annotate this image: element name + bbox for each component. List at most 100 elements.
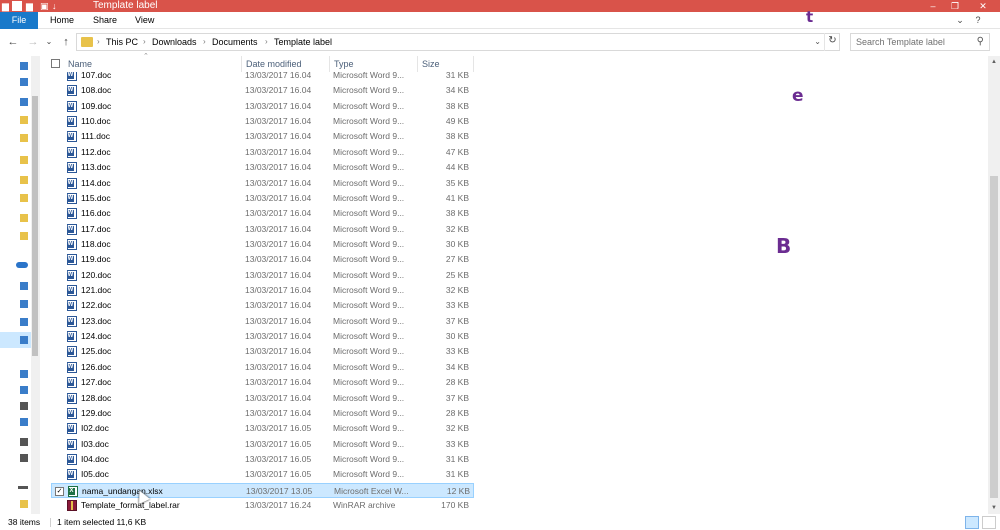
file-row[interactable]: I02.doc 13/03/2017 16.05 Microsoft Word 9.… xyxy=(51,421,474,436)
quick-access-star-icon[interactable] xyxy=(20,62,28,70)
file-row[interactable]: 125.doc 13/03/2017 16.04 Microsoft Word 9.… xyxy=(51,344,474,359)
file-row[interactable]: 116.doc 13/03/2017 16.04 Microsoft Word 9.… xyxy=(51,206,474,221)
row-checkbox[interactable]: ✓ xyxy=(55,486,64,496)
file-row[interactable]: I04.doc 13/03/2017 16.05 Microsoft Word 9.… xyxy=(51,452,474,467)
file-list[interactable]: 107.doc 13/03/2017 16.04 Microsoft Word 9.… xyxy=(41,72,475,515)
file-row[interactable]: 124.doc 13/03/2017 16.04 Microsoft Word 9.… xyxy=(51,329,474,344)
file-row[interactable]: 119.doc 13/03/2017 16.04 Microsoft Word 9.… xyxy=(51,252,474,267)
file-row[interactable]: 126.doc 13/03/2017 16.04 Microsoft Word 9.… xyxy=(51,360,474,375)
drive-icon[interactable] xyxy=(20,438,28,446)
column-header-date[interactable]: Date modified xyxy=(242,56,330,72)
file-row[interactable]: I03.doc 13/03/2017 16.05 Microsoft Word 9.… xyxy=(51,437,474,452)
properties-icon[interactable] xyxy=(12,1,22,11)
search-icon: ⚲ xyxy=(976,36,984,47)
file-row[interactable]: Template_format_label.rar 13/03/2017 16.2… xyxy=(51,498,474,513)
close-button[interactable]: ✕ xyxy=(976,0,990,12)
network-icon[interactable] xyxy=(18,486,28,489)
refresh-button[interactable]: ↻ xyxy=(824,33,840,51)
downloads-folder-icon[interactable] xyxy=(20,336,28,344)
folder-icon[interactable] xyxy=(20,116,28,124)
videos-folder-icon[interactable] xyxy=(20,402,28,410)
desktop-pin-icon[interactable] xyxy=(20,78,28,86)
onedrive-icon[interactable] xyxy=(16,262,28,268)
drive-icon[interactable] xyxy=(20,454,28,462)
pictures-folder-icon[interactable] xyxy=(20,386,28,394)
file-row[interactable]: 129.doc 13/03/2017 16.04 Microsoft Word 9.… xyxy=(51,406,474,421)
music-folder-icon[interactable] xyxy=(20,370,28,378)
tab-share[interactable]: Share xyxy=(93,12,117,29)
new-folder-icon[interactable]: ▆ xyxy=(26,0,33,12)
folder-icon[interactable] xyxy=(20,134,28,142)
file-date: 13/03/2017 16.04 xyxy=(245,146,312,157)
search-box[interactable]: Search Template label ⚲ xyxy=(850,33,990,51)
file-row[interactable]: 118.doc 13/03/2017 16.04 Microsoft Word 9.… xyxy=(51,237,474,252)
vertical-scrollbar[interactable]: ▲ ▼ xyxy=(988,56,1000,514)
breadcrumb-downloads[interactable]: Downloads xyxy=(152,34,197,50)
file-row[interactable]: 114.doc 13/03/2017 16.04 Microsoft Word 9.… xyxy=(51,176,474,191)
folder-icon[interactable] xyxy=(20,176,28,184)
file-type: Microsoft Word 9... xyxy=(333,116,405,127)
word-document-icon xyxy=(67,407,77,419)
desktop-folder-icon[interactable] xyxy=(20,300,28,308)
file-row[interactable]: 113.doc 13/03/2017 16.04 Microsoft Word 9.… xyxy=(51,160,474,175)
tab-file[interactable]: File xyxy=(0,12,38,29)
nav-scrollbar-thumb[interactable] xyxy=(32,96,38,356)
tab-home[interactable]: Home xyxy=(50,12,74,29)
documents-folder-icon[interactable] xyxy=(20,318,28,326)
back-button[interactable]: ← xyxy=(6,34,20,50)
file-row[interactable]: 111.doc 13/03/2017 16.04 Microsoft Word 9.… xyxy=(51,129,474,144)
folder-icon[interactable] xyxy=(20,232,28,240)
customize-icon[interactable]: ▣ xyxy=(40,0,49,12)
tab-view[interactable]: View xyxy=(135,12,154,29)
file-row[interactable]: 120.doc 13/03/2017 16.04 Microsoft Word 9.… xyxy=(51,268,474,283)
file-row[interactable]: 127.doc 13/03/2017 16.04 Microsoft Word 9.… xyxy=(51,375,474,390)
downloads-pin-icon[interactable] xyxy=(20,98,28,106)
scroll-down-icon[interactable]: ▼ xyxy=(988,502,1000,514)
up-button[interactable]: ↑ xyxy=(59,34,73,50)
folder-icon[interactable] xyxy=(20,500,28,508)
breadcrumb-template-label[interactable]: Template label xyxy=(274,34,332,50)
column-header-name[interactable]: Name xyxy=(64,56,242,72)
file-row[interactable]: 110.doc 13/03/2017 16.04 Microsoft Word 9.… xyxy=(51,114,474,129)
search-input[interactable]: Search Template label xyxy=(856,34,945,50)
forward-button[interactable]: → xyxy=(26,34,40,50)
file-row[interactable]: 122.doc 13/03/2017 16.04 Microsoft Word 9.… xyxy=(51,298,474,313)
dropdown-pin-icon[interactable]: ↓ xyxy=(52,0,57,12)
breadcrumb-this-pc[interactable]: This PC xyxy=(106,34,138,50)
help-icon[interactable]: ? xyxy=(972,14,984,26)
file-row[interactable]: 112.doc 13/03/2017 16.04 Microsoft Word 9.… xyxy=(51,145,474,160)
file-row[interactable]: 117.doc 13/03/2017 16.04 Microsoft Word 9.… xyxy=(51,222,474,237)
file-row[interactable]: 115.doc 13/03/2017 16.04 Microsoft Word 9.… xyxy=(51,191,474,206)
restore-button[interactable]: ❐ xyxy=(948,0,962,12)
column-header-size[interactable]: Size xyxy=(418,56,474,72)
file-row[interactable]: 121.doc 13/03/2017 16.04 Microsoft Word 9.… xyxy=(51,283,474,298)
file-row[interactable]: I05.doc 13/03/2017 16.05 Microsoft Word 9.… xyxy=(51,467,474,482)
file-row[interactable]: ✓ nama_undangan.xlsx 13/03/2017 13.05 Micro… xyxy=(51,482,474,498)
file-row[interactable]: 109.doc 13/03/2017 16.04 Microsoft Word 9.… xyxy=(51,99,474,114)
scroll-up-icon[interactable]: ▲ xyxy=(988,56,1000,68)
recent-locations-button[interactable]: ⌄ xyxy=(42,34,56,50)
breadcrumb-documents[interactable]: Documents xyxy=(212,34,258,50)
navigation-pane[interactable] xyxy=(0,56,40,514)
address-dropdown-icon[interactable]: ⌄ xyxy=(814,34,821,50)
local-disk-icon[interactable] xyxy=(20,418,28,426)
this-pc-icon[interactable] xyxy=(20,282,28,290)
minimize-button[interactable]: – xyxy=(926,0,940,12)
file-row[interactable]: 107.doc 13/03/2017 16.04 Microsoft Word 9.… xyxy=(51,72,474,83)
file-date: 13/03/2017 16.04 xyxy=(245,300,312,311)
folder-icon[interactable] xyxy=(20,194,28,202)
scrollbar-thumb[interactable] xyxy=(990,176,998,498)
expand-ribbon-icon[interactable]: ⌄ xyxy=(954,14,966,26)
address-path[interactable]: › This PC › Downloads › Documents › Temp… xyxy=(76,33,840,51)
file-row[interactable]: 123.doc 13/03/2017 16.04 Microsoft Word 9.… xyxy=(51,314,474,329)
details-view-button[interactable] xyxy=(965,516,979,529)
folder-icon[interactable] xyxy=(20,156,28,164)
large-icons-view-button[interactable] xyxy=(982,516,996,529)
nav-scrollbar[interactable] xyxy=(31,56,39,514)
file-row[interactable]: 108.doc 13/03/2017 16.04 Microsoft Word 9.… xyxy=(51,83,474,98)
file-row[interactable]: 128.doc 13/03/2017 16.04 Microsoft Word 9.… xyxy=(51,391,474,406)
column-header-type[interactable]: Type xyxy=(330,56,418,72)
file-size: 38 KB xyxy=(445,100,469,111)
select-all-checkbox[interactable] xyxy=(51,59,60,68)
folder-icon[interactable] xyxy=(20,214,28,222)
